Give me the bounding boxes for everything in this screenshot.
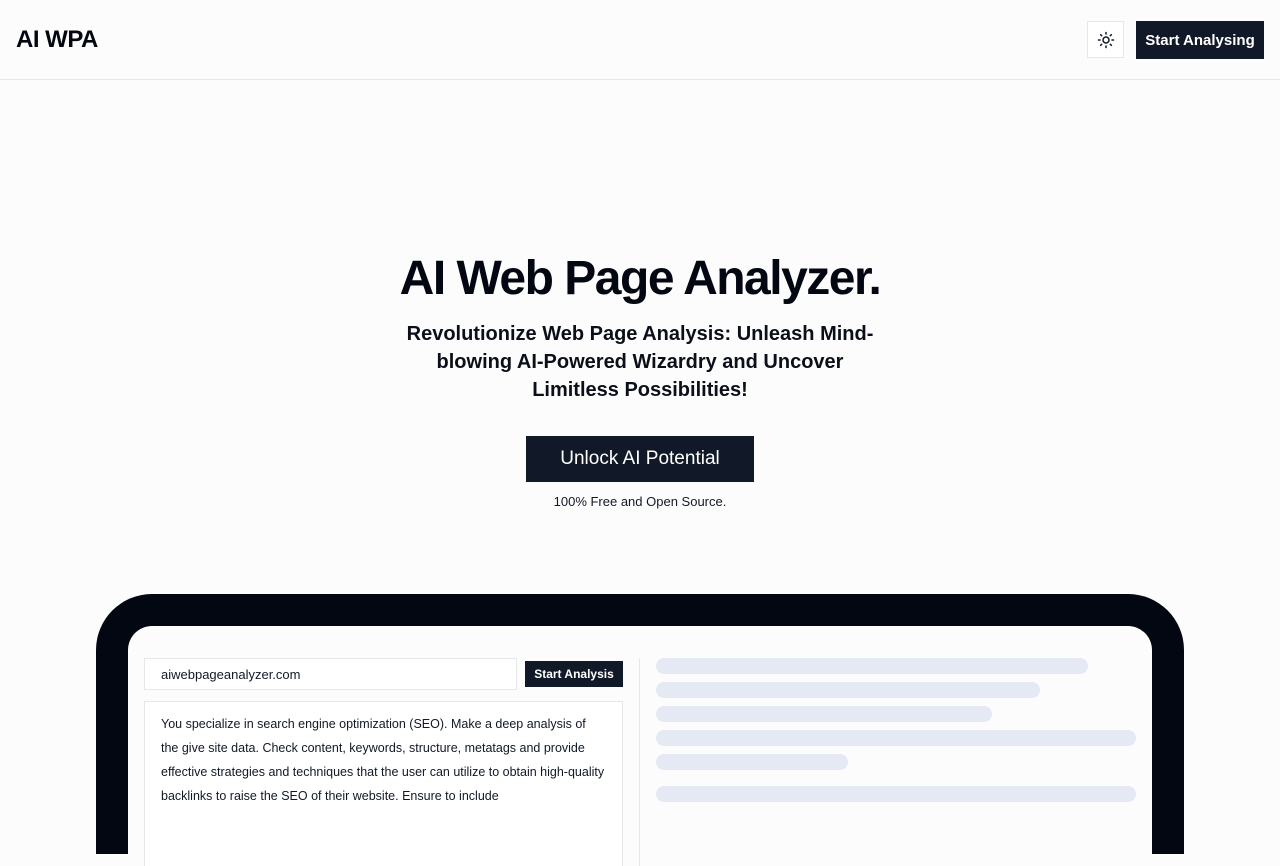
device-mockup: Start Analysis You specialize in search … — [96, 594, 1184, 866]
skeleton-line — [656, 682, 1040, 698]
skeleton-line — [656, 658, 1088, 674]
device-screen: Start Analysis You specialize in search … — [128, 626, 1152, 866]
start-analysing-button[interactable]: Start Analysing — [1136, 21, 1264, 59]
url-input[interactable] — [144, 658, 517, 690]
start-analysis-button[interactable]: Start Analysis — [525, 661, 623, 687]
sun-icon — [1097, 31, 1114, 48]
unlock-ai-potential-button[interactable]: Unlock AI Potential — [526, 436, 754, 482]
skeleton-line — [656, 730, 1136, 746]
site-header: AI WPA Start Analysing — [0, 0, 1280, 80]
hero-subtitle: Revolutionize Web Page Analysis: Unleash… — [406, 323, 874, 401]
panel-divider — [639, 658, 640, 866]
logo[interactable]: AI WPA — [16, 24, 98, 56]
free-open-source-note: 100% Free and Open Source. — [553, 494, 727, 509]
page-title: AI Web Page Analyzer. — [399, 252, 882, 305]
prompt-textarea[interactable]: You specialize in search engine optimiza… — [144, 701, 623, 866]
skeleton-line — [656, 706, 992, 722]
theme-toggle-button[interactable] — [1087, 21, 1124, 58]
skeleton-line — [656, 754, 848, 770]
